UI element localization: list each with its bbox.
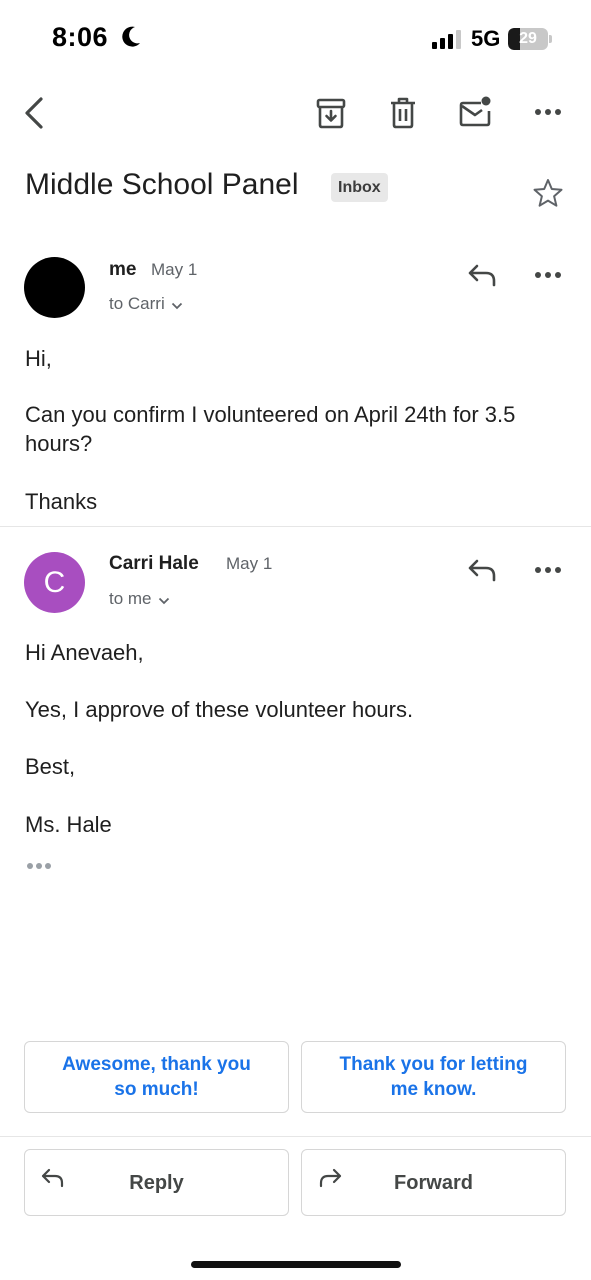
network-type: 5G — [471, 26, 501, 51]
signal-icon — [432, 29, 464, 49]
chevron-down-icon — [171, 295, 183, 315]
battery-level: 29 — [519, 30, 537, 47]
recipient-toggle[interactable]: to me — [109, 589, 170, 610]
actions-divider — [0, 1136, 591, 1137]
mark-unread-icon[interactable] — [459, 96, 493, 128]
home-indicator[interactable] — [191, 1261, 401, 1268]
reply-label: Reply — [129, 1172, 184, 1194]
trash-icon[interactable] — [390, 97, 416, 129]
message-body-line: Hi, — [25, 346, 52, 371]
chevron-left-icon[interactable] — [22, 96, 46, 130]
email-subject: Middle School Panel — [25, 168, 299, 201]
reply-icon[interactable] — [467, 558, 497, 582]
smart-reply-button[interactable]: Awesome, thank you so much! — [24, 1041, 289, 1113]
reply-button[interactable]: Reply — [24, 1149, 289, 1216]
message-date: May 1 — [226, 554, 273, 573]
status-time: 8:06 — [52, 22, 109, 52]
message-body-line: Yes, I approve of these volunteer hours. — [25, 697, 414, 722]
recipient-toggle[interactable]: to Carri — [109, 294, 183, 315]
message-divider — [0, 526, 591, 527]
chevron-down-icon — [158, 590, 170, 610]
avatar[interactable]: C — [24, 552, 85, 613]
forward-label: Forward — [394, 1172, 473, 1194]
message-body-line: Thanks — [25, 489, 98, 514]
recipient-text: to Carri — [109, 294, 165, 313]
inbox-label-badge[interactable]: Inbox — [331, 173, 388, 202]
message-date: May 1 — [151, 260, 198, 279]
message-body-line: Hi Anevaeh, — [25, 640, 144, 665]
moon-icon — [120, 25, 142, 49]
reply-icon[interactable] — [467, 263, 497, 287]
smart-reply-button[interactable]: Thank you for letting me know. — [301, 1041, 566, 1113]
message-body-line: Best, — [25, 754, 76, 779]
show-trimmed-content-icon[interactable] — [26, 858, 52, 876]
message-body-line: Can you confirm I volunteered on April 2… — [25, 402, 516, 456]
more-horizontal-icon[interactable] — [534, 271, 562, 279]
sender-name: Carri Hale — [109, 553, 199, 574]
more-horizontal-icon[interactable] — [534, 566, 562, 574]
sender-name: me — [109, 259, 137, 280]
forward-button[interactable]: Forward — [301, 1149, 566, 1216]
avatar[interactable] — [24, 257, 85, 318]
recipient-text: to me — [109, 589, 152, 608]
star-icon[interactable] — [532, 178, 564, 213]
message-body-line: Ms. Hale — [25, 812, 112, 837]
battery-icon: 29 — [508, 28, 552, 50]
archive-icon[interactable] — [316, 97, 346, 129]
more-horizontal-icon[interactable] — [534, 108, 562, 116]
